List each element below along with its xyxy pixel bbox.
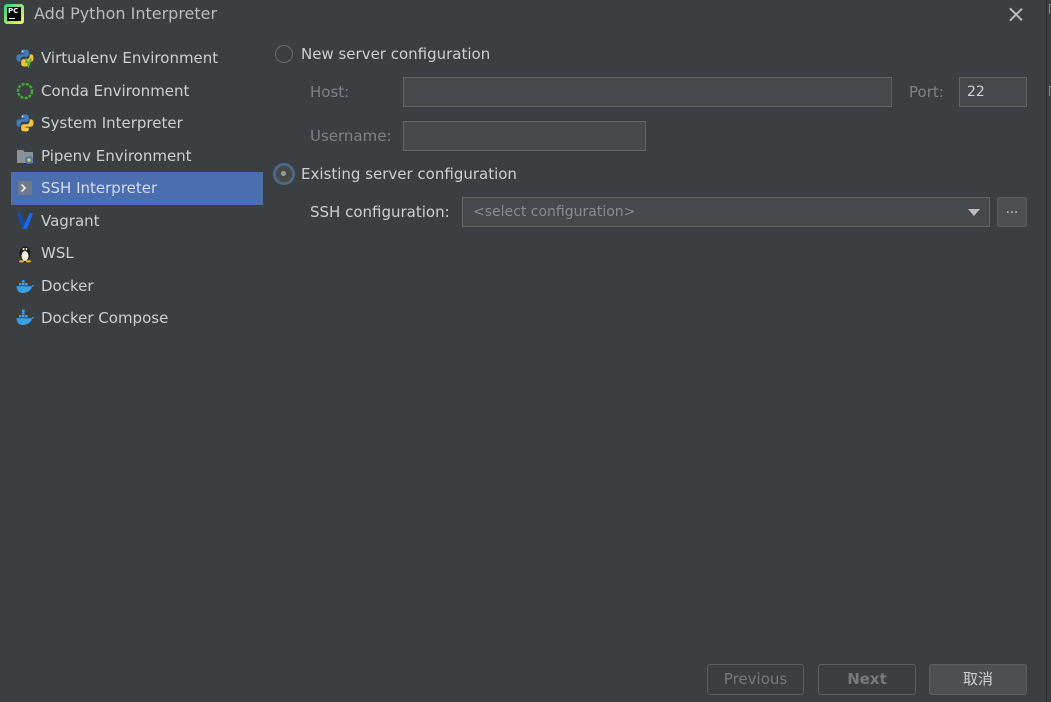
ssh-configuration-dropdown[interactable]: <select configuration> (462, 197, 990, 227)
docker-compose-icon (15, 308, 35, 328)
existing-server-radio[interactable] (275, 165, 293, 183)
docker-icon (15, 276, 35, 296)
window-edge (1046, 0, 1051, 702)
conda-icon (15, 81, 35, 101)
sidebar-item-vagrant[interactable]: Vagrant (11, 205, 263, 238)
sidebar-item-wsl[interactable]: WSL (11, 237, 263, 270)
ssh-terminal-icon (15, 178, 35, 198)
cancel-button[interactable]: 取消 (929, 664, 1027, 695)
port-label: Port: (909, 83, 944, 101)
title-bar: PC Add Python Interpreter (0, 0, 1051, 30)
browse-ssh-config-button[interactable]: ... (997, 197, 1027, 227)
host-label: Host: (310, 83, 350, 101)
next-button[interactable]: Next (818, 664, 916, 695)
python-icon (15, 113, 35, 133)
sidebar-item-label: Docker Compose (41, 309, 169, 328)
sidebar-item-label: Docker (41, 276, 94, 295)
sidebar-item-docker-compose[interactable]: Docker Compose (11, 302, 263, 335)
chevron-down-icon (968, 209, 980, 216)
ssh-configuration-placeholder: <select configuration> (473, 204, 636, 220)
window-title: Add Python Interpreter (34, 4, 218, 23)
ssh-configuration-label: SSH configuration: (310, 203, 450, 221)
sidebar-item-virtualenv[interactable]: Virtualenv Environment (11, 42, 263, 75)
existing-server-label: Existing server configuration (301, 165, 517, 183)
sidebar-item-ssh-interpreter[interactable]: SSH Interpreter (11, 172, 263, 205)
sidebar-item-label: Pipenv Environment (41, 146, 192, 165)
new-server-radio[interactable] (275, 45, 293, 63)
add-python-interpreter-dialog: PC Add Python Interpreter Virtualenv Env… (0, 0, 1051, 702)
sidebar-item-label: Conda Environment (41, 81, 190, 100)
sidebar-item-conda[interactable]: Conda Environment (11, 75, 263, 108)
pycharm-app-icon: PC (4, 4, 24, 24)
sidebar-item-label: System Interpreter (41, 114, 183, 133)
host-input[interactable] (403, 77, 892, 107)
sidebar-item-label: Vagrant (41, 211, 100, 230)
linux-tux-icon (15, 243, 35, 263)
pipenv-icon (15, 146, 35, 166)
interpreter-type-list: Virtualenv Environment Conda Environment… (11, 42, 263, 335)
vagrant-icon (15, 211, 35, 231)
port-input[interactable] (959, 77, 1027, 107)
sidebar-item-label: Virtualenv Environment (41, 49, 219, 68)
close-icon[interactable] (1004, 3, 1028, 27)
previous-button[interactable]: Previous (707, 664, 804, 695)
sidebar-item-docker[interactable]: Docker (11, 270, 263, 303)
sidebar-item-label: SSH Interpreter (41, 179, 158, 198)
new-server-label: New server configuration (301, 45, 491, 63)
python-virtualenv-icon (15, 48, 35, 69)
sidebar-item-pipenv[interactable]: Pipenv Environment (11, 140, 263, 173)
sidebar-item-label: WSL (41, 244, 74, 263)
sidebar-item-system-interpreter[interactable]: System Interpreter (11, 107, 263, 140)
username-label: Username: (310, 127, 392, 145)
username-input[interactable] (403, 121, 646, 151)
